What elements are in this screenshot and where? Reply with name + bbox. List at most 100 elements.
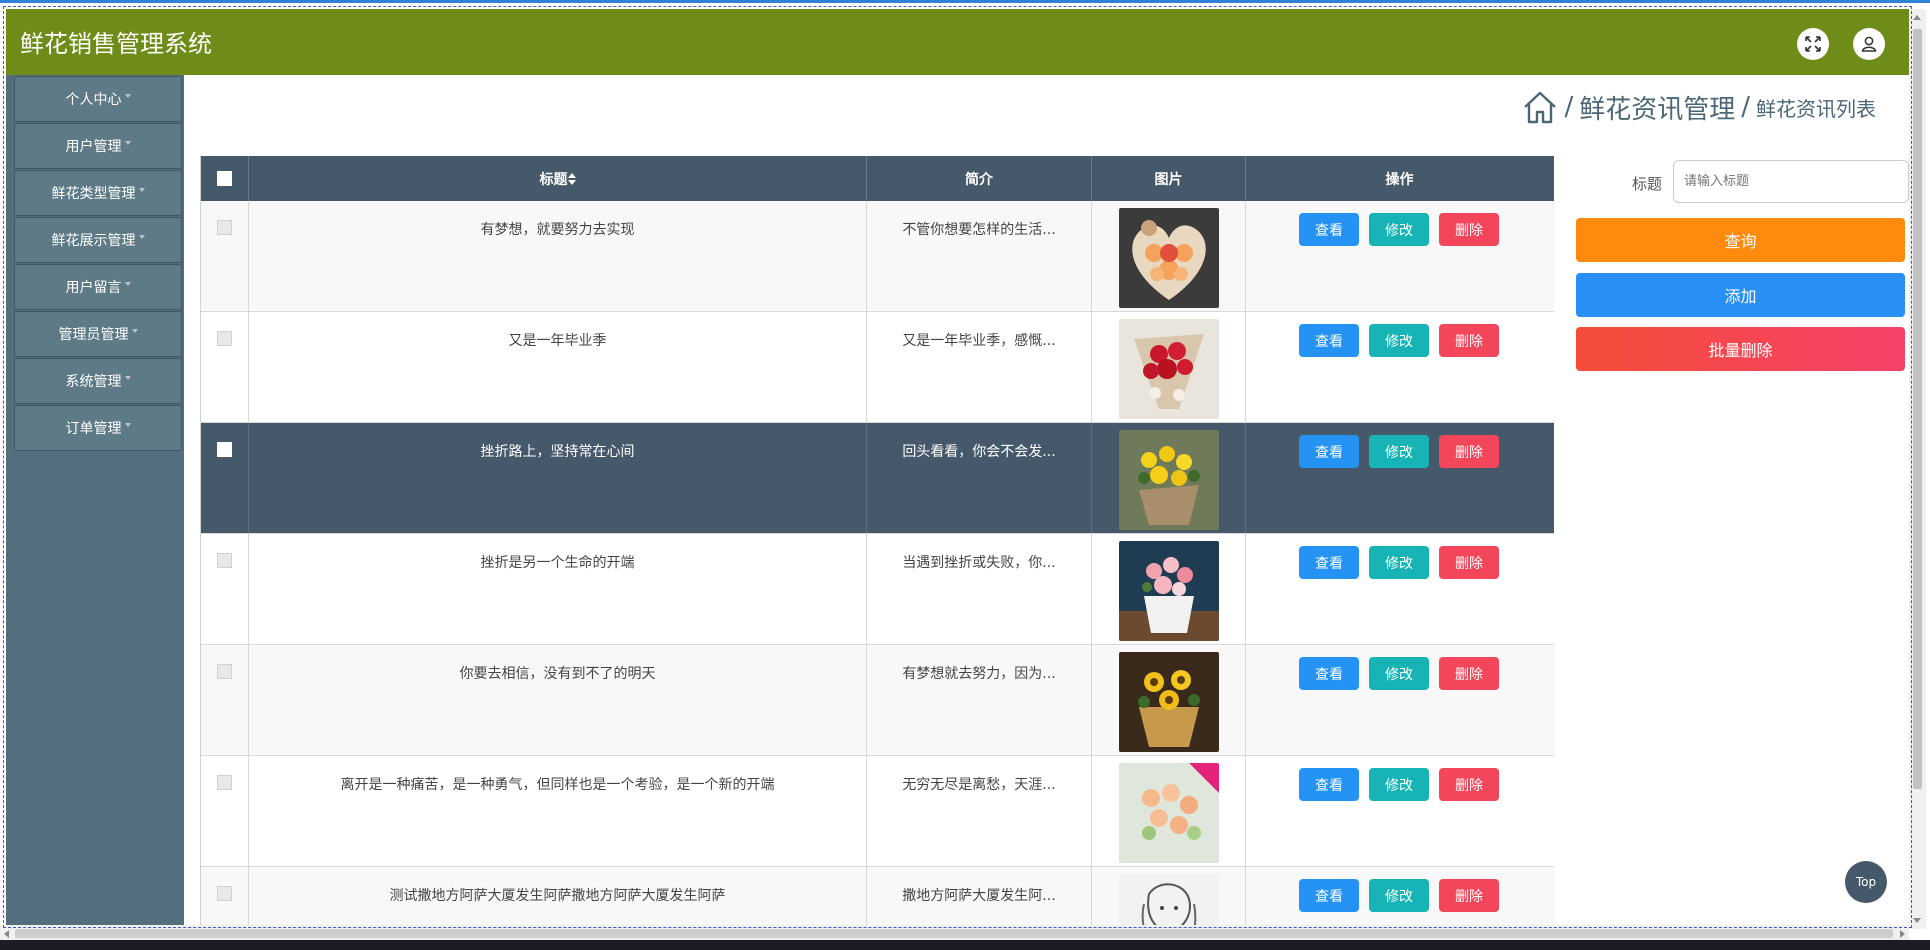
view-button[interactable]: 查看 [1299, 435, 1359, 468]
row-image-sketch-portrait [1119, 874, 1219, 926]
vertical-scroll-thumb[interactable] [1913, 29, 1922, 789]
column-header-intro: 简介 [867, 156, 1092, 201]
sidebar-item-label: 系统管理 [65, 374, 122, 390]
view-button[interactable]: 查看 [1299, 879, 1359, 912]
delete-button[interactable]: 删除 [1439, 768, 1499, 801]
row-intro: 回头看看，你会不会发... [902, 444, 1056, 460]
breadcrumb-section[interactable]: 鲜花资讯管理 [1579, 89, 1735, 126]
sidebar-item-label: 个人中心 [65, 92, 122, 108]
table-header: 标题 简介 图片 操作 [201, 156, 1554, 201]
row-intro: 当遇到挫折或失败，你... [902, 555, 1056, 571]
column-header-image: 图片 [1092, 156, 1246, 201]
column-header-title[interactable]: 标题 [249, 156, 867, 201]
row-title: 挫折路上，坚持常在心间 [480, 444, 635, 460]
sidebar-item-flower-display-management[interactable]: 鲜花展示管理 [14, 217, 182, 263]
vertical-scrollbar[interactable] [1909, 9, 1926, 929]
row-intro: 撒地方阿萨大厦发生阿... [902, 888, 1056, 904]
view-button[interactable]: 查看 [1299, 324, 1359, 357]
table-row[interactable]: 又是一年毕业季 又是一年毕业季，感慨... 查看 修改 删除 [201, 312, 1554, 423]
row-checkbox[interactable] [217, 220, 232, 235]
delete-button[interactable]: 删除 [1439, 657, 1499, 690]
home-icon[interactable] [1522, 89, 1558, 125]
row-intro: 有梦想就去努力，因为... [902, 666, 1056, 682]
table-row[interactable]: 挫折是另一个生命的开端 当遇到挫折或失败，你... 查看 修改 删除 [201, 534, 1554, 645]
chevron-down-icon [138, 188, 145, 192]
table-row[interactable]: 有梦想，就要努力去实现 不管你想要怎样的生活... 查看 修改 删除 [201, 201, 1554, 312]
sort-icon[interactable] [567, 172, 576, 185]
query-button[interactable]: 查询 [1576, 218, 1905, 262]
row-checkbox[interactable] [217, 553, 232, 568]
row-title: 你要去相信，没有到不了的明天 [459, 666, 656, 682]
scroll-right-arrow-icon[interactable] [1900, 930, 1905, 938]
delete-button[interactable]: 删除 [1439, 435, 1499, 468]
sidebar-item-label: 用户留言 [65, 280, 122, 296]
title-search-input[interactable] [1673, 160, 1909, 203]
sidebar-item-flower-type-management[interactable]: 鲜花类型管理 [14, 170, 182, 216]
table-row[interactable]: 离开是一种痛苦，是一种勇气，但同样也是一个考验，是一个新的开端 无穷无尽是离愁，… [201, 756, 1554, 867]
browser-viewport: 鲜花销售管理系统 个人中心 用户管理 鲜花类型管理 鲜花展示管理 用户留言 管理… [0, 0, 1930, 940]
sidebar-item-label: 鲜花类型管理 [51, 186, 136, 202]
sidebar-item-user-management[interactable]: 用户管理 [14, 123, 182, 169]
chevron-down-icon [124, 376, 131, 380]
add-button[interactable]: 添加 [1576, 273, 1905, 317]
edit-button[interactable]: 修改 [1369, 435, 1429, 468]
sidebar-item-order-management[interactable]: 订单管理 [14, 405, 182, 451]
delete-button[interactable]: 删除 [1439, 213, 1499, 246]
row-image-yellow-bouquet [1119, 430, 1219, 530]
app-header: 鲜花销售管理系统 [6, 9, 1909, 75]
scroll-down-arrow-icon[interactable] [1913, 918, 1921, 923]
breadcrumb-separator: / [1564, 92, 1574, 122]
chevron-down-icon [124, 94, 131, 98]
row-intro: 无穷无尽是离愁，天涯... [902, 777, 1056, 793]
table-row[interactable]: 测试撒地方阿萨大厦发生阿萨撒地方阿萨大厦发生阿萨 撒地方阿萨大厦发生阿... 查… [201, 867, 1554, 926]
sidebar-item-label: 鲜花展示管理 [51, 233, 136, 249]
row-checkbox[interactable] [217, 775, 232, 790]
sidebar-item-system-management[interactable]: 系统管理 [14, 358, 182, 404]
view-button[interactable]: 查看 [1299, 213, 1359, 246]
view-button[interactable]: 查看 [1299, 657, 1359, 690]
sidebar-item-user-messages[interactable]: 用户留言 [14, 264, 182, 310]
delete-button[interactable]: 删除 [1439, 879, 1499, 912]
edit-button[interactable]: 修改 [1369, 768, 1429, 801]
breadcrumb-current-page: 鲜花资讯列表 [1756, 96, 1876, 121]
delete-button[interactable]: 删除 [1439, 324, 1499, 357]
table-row[interactable]: 挫折路上，坚持常在心间 回头看看，你会不会发... 查看 修改 删除 [201, 423, 1554, 534]
view-button[interactable]: 查看 [1299, 768, 1359, 801]
select-all-checkbox[interactable] [217, 171, 232, 186]
row-image-sunflower-bouquet [1119, 652, 1219, 752]
row-image-peach-rose-bouquet [1119, 763, 1219, 863]
scroll-left-arrow-icon[interactable] [4, 930, 9, 938]
horizontal-scrollbar[interactable] [0, 925, 1909, 940]
row-intro: 又是一年毕业季，感慨... [902, 333, 1056, 349]
chevron-down-icon [131, 329, 138, 333]
chevron-down-icon [124, 423, 131, 427]
news-table: 标题 简介 图片 操作 有梦想，就要努力去实现 不管你想要怎样的生活... 查看… [200, 156, 1554, 926]
row-checkbox[interactable] [217, 664, 232, 679]
fullscreen-button[interactable] [1797, 28, 1829, 60]
sidebar-item-admin-management[interactable]: 管理员管理 [14, 311, 182, 357]
breadcrumb-separator: / [1741, 92, 1750, 122]
edit-button[interactable]: 修改 [1369, 546, 1429, 579]
batch-delete-button[interactable]: 批量删除 [1576, 327, 1905, 371]
row-checkbox[interactable] [217, 886, 232, 901]
edit-button[interactable]: 修改 [1369, 324, 1429, 357]
sidebar-item-personal-center[interactable]: 个人中心 [14, 76, 182, 122]
breadcrumb: / 鲜花资讯管理 / 鲜花资讯列表 [1522, 89, 1876, 125]
edit-button[interactable]: 修改 [1369, 657, 1429, 690]
edit-button[interactable]: 修改 [1369, 213, 1429, 246]
view-button[interactable]: 查看 [1299, 546, 1359, 579]
back-to-top-button[interactable]: Top [1845, 861, 1887, 903]
user-icon [1861, 36, 1877, 52]
delete-button[interactable]: 删除 [1439, 546, 1499, 579]
row-intro: 不管你想要怎样的生活... [902, 222, 1056, 238]
horizontal-scroll-thumb[interactable] [15, 929, 1893, 938]
row-checkbox[interactable] [217, 442, 232, 457]
user-button[interactable] [1853, 28, 1885, 60]
table-row[interactable]: 你要去相信，没有到不了的明天 有梦想就去努力，因为... 查看 修改 删除 [201, 645, 1554, 756]
row-title: 测试撒地方阿萨大厦发生阿萨撒地方阿萨大厦发生阿萨 [389, 888, 726, 904]
sidebar-item-label: 用户管理 [65, 139, 122, 155]
taskbar [0, 940, 1930, 950]
row-checkbox[interactable] [217, 331, 232, 346]
edit-button[interactable]: 修改 [1369, 879, 1429, 912]
scroll-up-arrow-icon[interactable] [1913, 15, 1921, 20]
